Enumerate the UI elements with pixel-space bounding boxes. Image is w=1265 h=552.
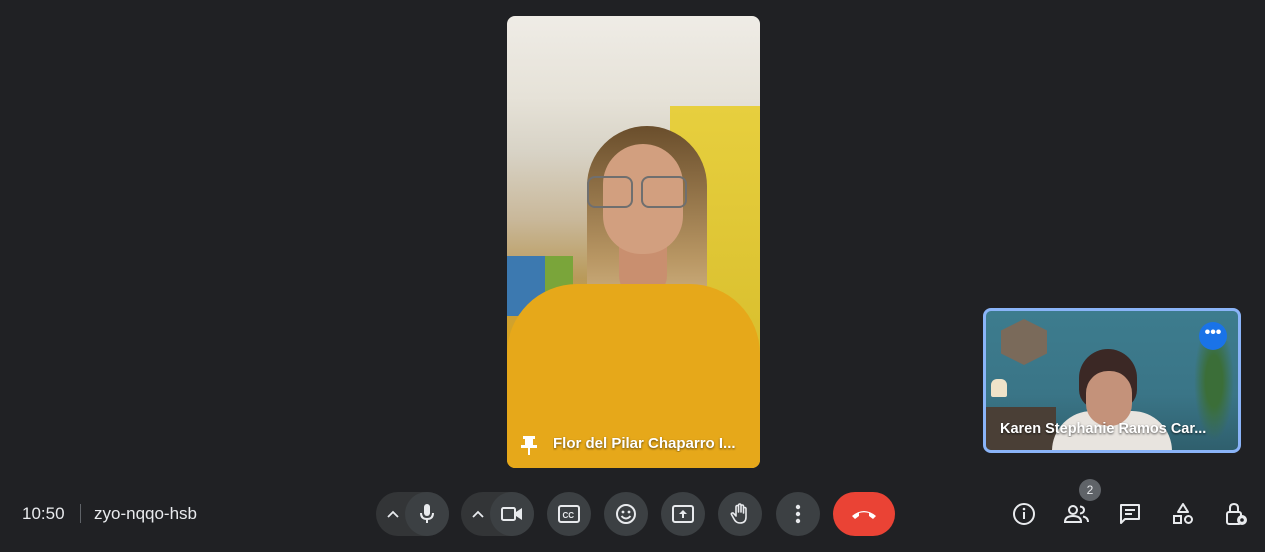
- emoji-icon: [616, 504, 636, 524]
- divider: [80, 504, 81, 523]
- chat-icon[interactable]: [1116, 500, 1144, 528]
- video-background: [1001, 319, 1047, 365]
- video-background: [991, 379, 1007, 397]
- camera-icon: [501, 507, 522, 521]
- more-vert-icon: [795, 504, 801, 524]
- present-screen-button[interactable]: [661, 492, 705, 536]
- hang-up-icon: [852, 511, 876, 519]
- captions-button[interactable]: CC: [547, 492, 591, 536]
- svg-text:CC: CC: [563, 511, 575, 520]
- present-screen-icon: [672, 505, 694, 523]
- leave-call-button[interactable]: [833, 492, 895, 536]
- more-options-icon[interactable]: •••: [1199, 322, 1227, 350]
- mic-options-chevron-icon[interactable]: [378, 492, 408, 536]
- meeting-details-icon[interactable]: [1010, 500, 1038, 528]
- camera-options-chevron-icon[interactable]: [463, 492, 493, 536]
- people-count-badge: 2: [1079, 479, 1101, 501]
- meeting-time: 10:50: [22, 504, 65, 523]
- people-icon[interactable]: [1063, 500, 1091, 528]
- activities-icon[interactable]: [1169, 500, 1197, 528]
- camera-button[interactable]: [490, 492, 534, 536]
- host-controls-icon[interactable]: [1222, 500, 1250, 528]
- raise-hand-button[interactable]: [718, 492, 762, 536]
- captions-icon: CC: [558, 505, 580, 523]
- microphone-icon: [420, 504, 434, 523]
- self-participant-name: Karen Stephanie Ramos Car...: [1000, 421, 1207, 437]
- main-participant-video[interactable]: [507, 16, 760, 468]
- participant-image: [587, 176, 687, 208]
- raise-hand-icon: [730, 503, 747, 524]
- meeting-code: zyo-nqqo-hsb: [94, 504, 198, 523]
- more-options-button[interactable]: [776, 492, 820, 536]
- participant-image: [1086, 371, 1132, 426]
- main-participant-name: Flor del Pilar Chaparro I...: [553, 435, 736, 452]
- microphone-button[interactable]: [405, 492, 449, 536]
- emoji-reactions-button[interactable]: [604, 492, 648, 536]
- pin-icon[interactable]: [519, 434, 539, 456]
